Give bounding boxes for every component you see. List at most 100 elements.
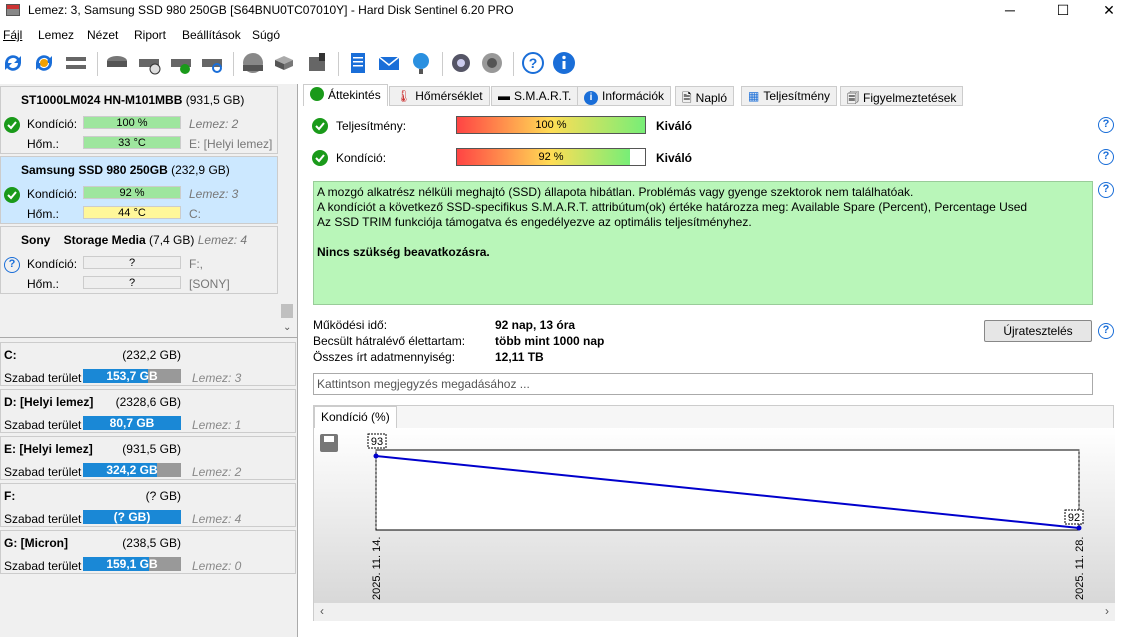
tab-label: Információk bbox=[602, 89, 665, 103]
disk-number: Lemez: 4 bbox=[197, 233, 248, 247]
partition-name: D: [Helyi lemez] bbox=[4, 395, 94, 409]
tab-temperature[interactable]: 🌡 Hőmérséklet bbox=[389, 86, 490, 106]
disk-search-icon[interactable] bbox=[199, 50, 225, 76]
disk-ok-icon[interactable] bbox=[168, 50, 194, 76]
menu-settings[interactable]: Beállítások bbox=[182, 28, 241, 42]
condition-rating: Kiváló bbox=[656, 151, 693, 165]
partition-item[interactable]: C: (232,2 GB) Szabad terület 153,7 GB Le… bbox=[0, 342, 296, 386]
disk-surface-icon[interactable] bbox=[240, 50, 266, 76]
tab-label: Teljesítmény bbox=[763, 89, 831, 103]
performance-rating: Kiváló bbox=[656, 119, 693, 133]
written-value: 12,11 TB bbox=[495, 350, 544, 364]
tab-alerts[interactable]: 🗐 Figyelmeztetések bbox=[840, 86, 964, 106]
help-icon[interactable]: ? bbox=[1098, 117, 1114, 133]
free-space-bar: 153,7 GB bbox=[83, 369, 181, 383]
scroll-right-icon[interactable]: › bbox=[1105, 604, 1109, 618]
network-icon[interactable] bbox=[408, 50, 434, 76]
partition-item[interactable]: G: [Micron] (238,5 GB) Szabad terület 15… bbox=[0, 530, 296, 574]
message-line: Az SSD TRIM funkciója támogatva és enged… bbox=[317, 215, 752, 229]
minimize-button[interactable]: ─ bbox=[987, 0, 1033, 22]
email-icon[interactable] bbox=[376, 50, 402, 76]
toolbar-separator bbox=[97, 52, 98, 76]
disk-item[interactable]: Samsung SSD 980 250GB (232,9 GB) Kondíci… bbox=[0, 156, 278, 224]
disk-info-icon[interactable] bbox=[271, 50, 297, 76]
partition-item[interactable]: E: [Helyi lemez] (931,5 GB) Szabad terül… bbox=[0, 436, 296, 480]
status-unknown-icon: ? bbox=[4, 257, 20, 273]
help-icon[interactable]: ? bbox=[1098, 149, 1114, 165]
window-title: Lemez: 3, Samsung SSD 980 250GB [S64BNU0… bbox=[28, 3, 514, 17]
disk-vendor: [SONY] bbox=[189, 277, 230, 291]
help-icon[interactable]: ? bbox=[520, 50, 546, 76]
partition-disk: Lemez: 3 bbox=[192, 371, 242, 385]
toolbar-separator bbox=[338, 52, 339, 76]
disk-item[interactable]: Sony Storage Media (7,4 GB) Lemez: 4 ? K… bbox=[0, 226, 278, 294]
info-icon[interactable] bbox=[551, 50, 577, 76]
partition-disk: Lemez: 1 bbox=[192, 418, 242, 432]
lifetime-label: Becsült hátralévő élettartam: bbox=[313, 334, 466, 348]
partition-name: F: bbox=[4, 489, 16, 503]
condition-chart: 93 92 2025. 11. 14. 2025. 11. 28. bbox=[367, 433, 1086, 600]
maximize-button[interactable]: ☐ bbox=[1040, 0, 1086, 22]
disk-model: ST1000LM024 HN-M101MBB bbox=[21, 93, 183, 107]
tab-log[interactable]: 🗎 Napló bbox=[675, 86, 735, 106]
status-ok-icon bbox=[312, 118, 328, 134]
uptime-label: Működési idő: bbox=[313, 318, 388, 332]
disk-test-icon[interactable] bbox=[104, 50, 130, 76]
report-icon[interactable] bbox=[345, 50, 371, 76]
free-space-bar: 159,1 GB bbox=[83, 557, 181, 571]
message-line: A kondíciót a következő SSD-specifikus S… bbox=[317, 200, 1028, 214]
disk-list-icon[interactable] bbox=[63, 50, 89, 76]
chevron-down-icon[interactable]: ⌄ bbox=[283, 322, 291, 333]
help-icon[interactable]: ? bbox=[1098, 323, 1114, 339]
sound-icon[interactable] bbox=[479, 50, 505, 76]
close-button[interactable]: ✕ bbox=[1086, 0, 1125, 22]
disk-volumes: C: bbox=[189, 207, 201, 221]
menu-help[interactable]: Súgó bbox=[252, 28, 280, 42]
partition-item[interactable]: D: [Helyi lemez] (2328,6 GB) Szabad terü… bbox=[0, 389, 296, 433]
toolbar-separator bbox=[442, 52, 443, 76]
partition-size: (2328,6 GB) bbox=[115, 395, 181, 409]
menu-disk[interactable]: Lemez bbox=[38, 28, 74, 42]
condition-chart-panel: Kondíció (%) 93 92 2025. 11. 14. 2025. 11. … bbox=[313, 405, 1115, 621]
free-space-value: 324,2 GB bbox=[106, 463, 158, 477]
free-space-value: 153,7 GB bbox=[106, 369, 158, 383]
menu-view[interactable]: Nézet bbox=[87, 28, 118, 42]
thermometer-icon: 🌡 bbox=[396, 89, 412, 103]
condition-bar: 92 % bbox=[456, 148, 646, 166]
disk-list-scrollbar[interactable]: ⌄ bbox=[279, 86, 295, 336]
scroll-left-icon[interactable]: ‹ bbox=[320, 604, 324, 618]
note-input[interactable]: Kattintson megjegyzés megadásához ... bbox=[313, 373, 1093, 395]
tab-smart[interactable]: ▬ S.M.A.R.T. bbox=[491, 86, 579, 106]
info-icon: i bbox=[584, 91, 598, 105]
tab-label: Hőmérséklet bbox=[415, 89, 483, 103]
toolbar-separator bbox=[513, 52, 514, 76]
free-space-value: 159,1 GB bbox=[106, 557, 158, 571]
status-ok-icon bbox=[312, 150, 328, 166]
disk-item[interactable]: ST1000LM024 HN-M101MBB (931,5 GB) Kondíc… bbox=[0, 86, 278, 154]
tab-performance[interactable]: ▦ Teljesítmény bbox=[741, 86, 838, 106]
partition-size: (238,5 GB) bbox=[122, 536, 181, 550]
refresh-icon[interactable] bbox=[0, 50, 26, 76]
disk-number: Lemez: 3 bbox=[189, 187, 239, 201]
retest-button[interactable]: Újratesztelés bbox=[984, 320, 1092, 342]
menu-report[interactable]: Riport bbox=[134, 28, 166, 42]
disk-number: Lemez: 2 bbox=[189, 117, 239, 131]
written-label: Összes írt adatmennyiség: bbox=[313, 350, 456, 364]
disk-settings-icon[interactable] bbox=[304, 50, 330, 76]
tab-label: Áttekintés bbox=[328, 88, 381, 102]
help-icon[interactable]: ? bbox=[1098, 182, 1114, 198]
scrollbar-thumb[interactable] bbox=[281, 304, 293, 318]
gear-icon[interactable] bbox=[448, 50, 474, 76]
refresh-all-icon[interactable] bbox=[31, 50, 57, 76]
tab-overview[interactable]: Áttekintés bbox=[303, 84, 388, 106]
chart-scrollbar[interactable]: ‹ › bbox=[314, 603, 1115, 621]
disk-schedule-icon[interactable] bbox=[136, 50, 162, 76]
condition-label: Kondíció: bbox=[27, 187, 78, 201]
toolbar: ? bbox=[0, 46, 1125, 80]
disk-size: (232,9 GB) bbox=[171, 163, 230, 177]
menu-file[interactable]: Fájl bbox=[3, 28, 22, 42]
chart-tab[interactable]: Kondíció (%) bbox=[314, 406, 397, 428]
partition-item[interactable]: F: (? GB) Szabad terület (? GB) Lemez: 4 bbox=[0, 483, 296, 527]
temperature-label: Hőm.: bbox=[27, 277, 60, 291]
tab-information[interactable]: i Információk bbox=[577, 86, 672, 106]
